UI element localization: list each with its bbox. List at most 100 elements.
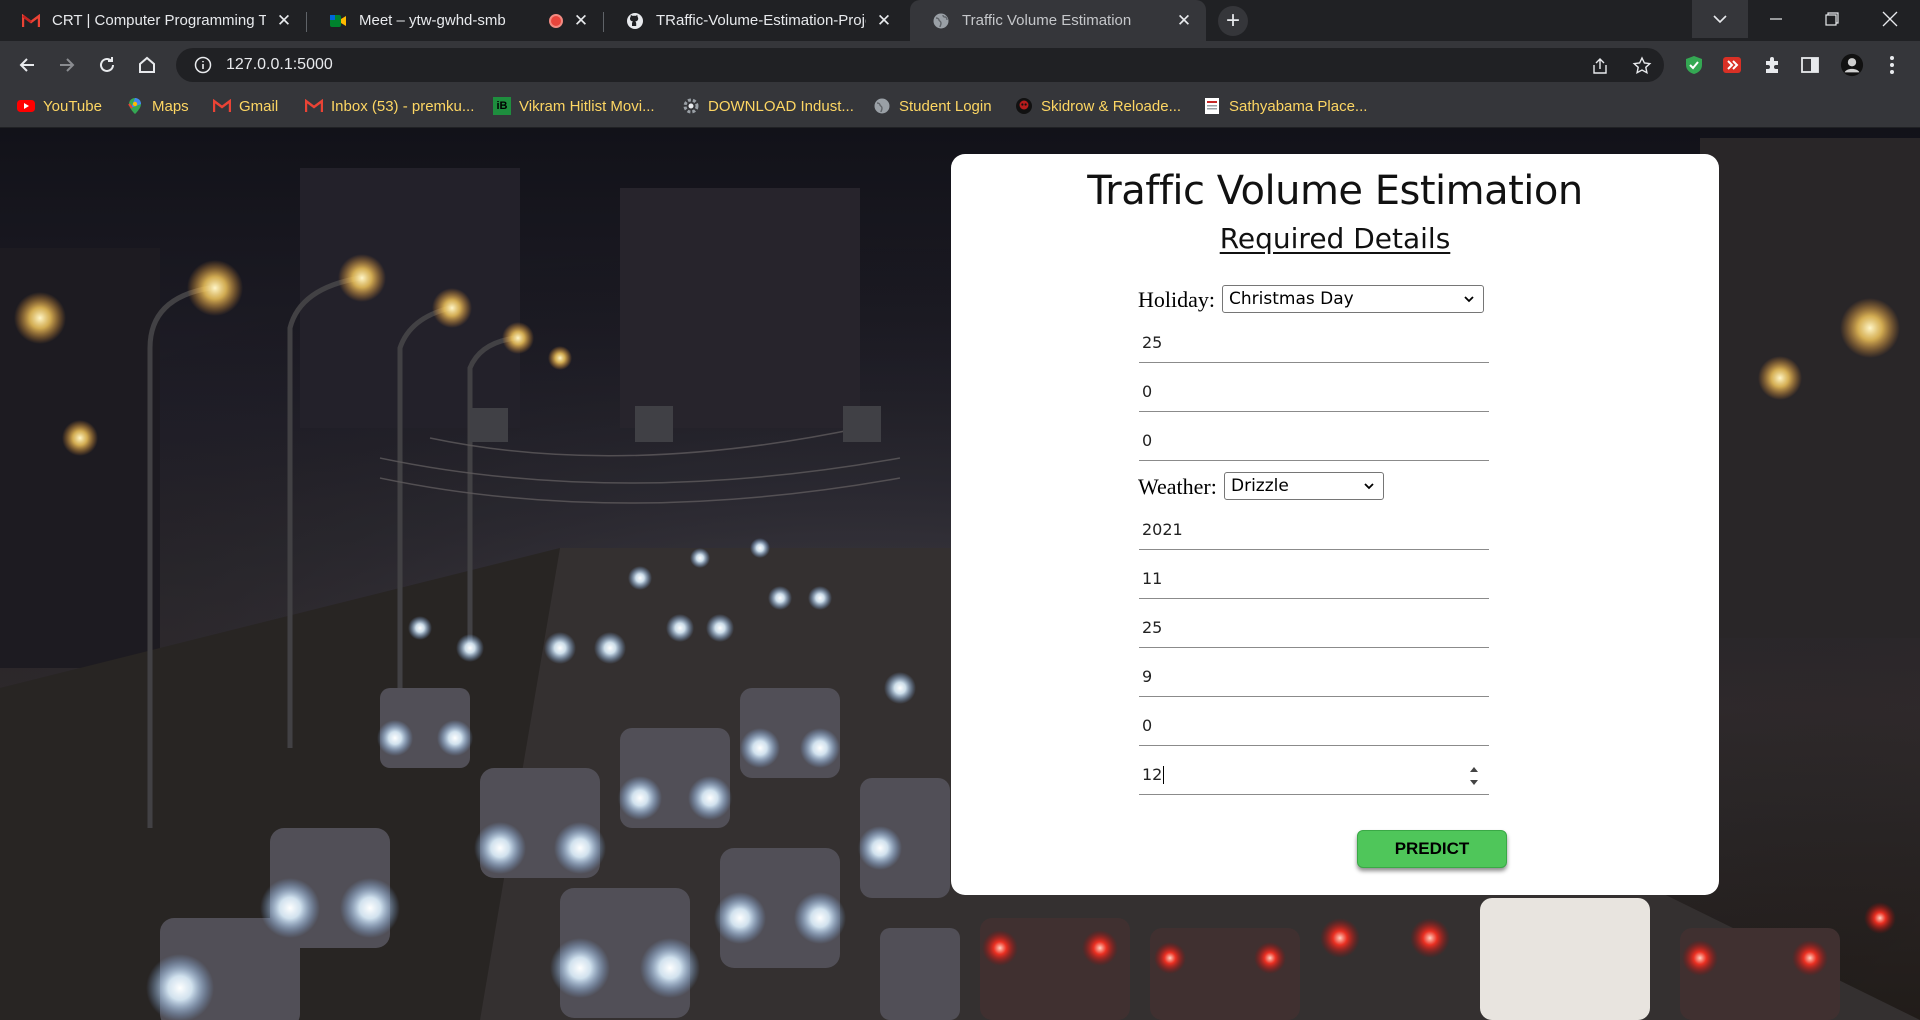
bookmark-sathyabama[interactable]: Sathyabama Place... <box>1203 89 1367 123</box>
spin-down-icon[interactable] <box>1468 778 1480 788</box>
number-spinner[interactable] <box>1468 764 1480 788</box>
globe-icon <box>873 97 891 115</box>
globe-icon <box>932 12 950 30</box>
weather-select[interactable]: Drizzle <box>1224 472 1384 500</box>
input-value: 0 <box>1142 431 1153 450</box>
chevron-down-icon <box>1364 483 1374 490</box>
minutes-input[interactable]: 0 <box>1139 706 1489 746</box>
rain-input[interactable]: 0 <box>1139 372 1489 412</box>
tab-title: Meet – ytw-gwhd-smb <box>359 12 506 29</box>
page-title: Traffic Volume Estimation <box>1087 168 1583 214</box>
browser-tab-active[interactable]: Traffic Volume Estimation ✕ <box>910 0 1206 41</box>
bookmark-student-login[interactable]: Student Login <box>873 89 992 123</box>
reload-button[interactable] <box>92 50 122 80</box>
home-button[interactable] <box>132 50 162 80</box>
bookmark-gmail[interactable]: Gmail <box>213 89 278 123</box>
input-value: 0 <box>1142 716 1153 735</box>
bookmark-label: Student Login <box>899 97 992 115</box>
side-panel-icon[interactable] <box>1798 53 1822 77</box>
kebab-menu-icon[interactable] <box>1880 53 1904 77</box>
back-button[interactable] <box>12 50 42 80</box>
bookmark-label: Skidrow & Reloade... <box>1041 97 1182 115</box>
snow-input[interactable]: 0 <box>1139 421 1489 461</box>
bookmark-inbox[interactable]: Inbox (53) - premku... <box>305 89 474 123</box>
input-value: 12 <box>1142 765 1163 784</box>
bookmarks-bar: YouTube Maps Gmail Inbox (53) - premku..… <box>0 89 1920 128</box>
bookmark-youtube[interactable]: YouTube <box>17 89 102 123</box>
holiday-select[interactable]: Christmas Day <box>1222 285 1484 313</box>
browser-tab[interactable]: Meet – ytw-gwhd-smb ✕ <box>307 0 603 41</box>
share-icon[interactable] <box>1590 56 1610 76</box>
temperature-input[interactable]: 25 <box>1139 323 1489 363</box>
bookmark-label: YouTube <box>43 97 102 115</box>
day-input[interactable]: 25 <box>1139 608 1489 648</box>
gmail-icon <box>213 97 231 115</box>
restore-button[interactable] <box>1804 0 1860 38</box>
gear-icon <box>682 97 700 115</box>
bookmark-skidrow[interactable]: Skidrow & Reloade... <box>1015 89 1181 123</box>
month-input[interactable]: 11 <box>1139 559 1489 599</box>
bookmark-download[interactable]: DOWNLOAD Indust... <box>682 89 854 123</box>
arrow-right-icon <box>60 58 75 72</box>
tab-search-button[interactable] <box>1692 0 1748 38</box>
predict-button[interactable]: PREDICT <box>1357 830 1507 868</box>
puzzle-icon[interactable] <box>1760 53 1784 77</box>
close-icon[interactable]: ✕ <box>874 11 894 31</box>
info-icon[interactable] <box>194 56 212 74</box>
address-bar[interactable]: 127.0.0.1:5000 <box>176 48 1664 82</box>
close-icon <box>1882 11 1898 27</box>
holiday-label: Holiday: <box>1138 287 1215 312</box>
ib-icon: iB <box>493 97 511 115</box>
input-value: 25 <box>1142 618 1163 637</box>
red-extension-icon[interactable] <box>1720 53 1744 77</box>
input-value: 2021 <box>1142 520 1183 539</box>
tab-title: TRaffic-Volume-Estimation-Proje <box>656 12 866 29</box>
browser-toolbar: 127.0.0.1:5000 <box>0 41 1920 89</box>
input-value: 11 <box>1142 569 1163 588</box>
close-window-button[interactable] <box>1862 0 1918 38</box>
seconds-input[interactable]: 12 <box>1139 755 1489 795</box>
bookmark-label: Gmail <box>239 97 279 115</box>
close-icon[interactable]: ✕ <box>1174 11 1194 31</box>
bookmark-label: DOWNLOAD Indust... <box>708 97 854 115</box>
doc-icon <box>1203 97 1221 115</box>
close-icon[interactable]: ✕ <box>571 11 591 31</box>
page-viewport: Traffic Volume Estimation Required Detai… <box>0 128 1920 1020</box>
chevron-down-icon <box>1464 296 1474 303</box>
year-input[interactable]: 2021 <box>1139 510 1489 550</box>
forward-button[interactable] <box>52 50 82 80</box>
bookmark-maps[interactable]: Maps <box>126 89 189 123</box>
gmail-icon <box>305 97 323 115</box>
avatar[interactable] <box>1840 53 1864 77</box>
star-icon[interactable] <box>1632 56 1652 76</box>
bookmark-label: Maps <box>152 97 189 115</box>
input-value: 25 <box>1142 333 1163 352</box>
reload-icon <box>100 57 114 72</box>
maps-icon <box>126 97 144 115</box>
home-icon <box>139 56 155 73</box>
recording-icon <box>549 13 563 28</box>
bookmark-label: Inbox (53) - premku... <box>331 97 475 115</box>
restore-icon <box>1825 12 1839 26</box>
browser-tab[interactable]: TRaffic-Volume-Estimation-Proje ✕ <box>604 0 906 41</box>
browser-tab[interactable]: CRT | Computer Programming Tr ✕ <box>0 0 306 41</box>
weather-label: Weather: <box>1138 474 1217 499</box>
skull-icon <box>1015 97 1033 115</box>
shield-extension-icon[interactable] <box>1682 53 1706 77</box>
input-value: 0 <box>1142 382 1153 401</box>
bookmark-vikram[interactable]: iB Vikram Hitlist Movi... <box>493 89 655 123</box>
weather-select-value: Drizzle <box>1231 476 1289 496</box>
close-icon[interactable]: ✕ <box>274 11 294 31</box>
bookmark-label: Vikram Hitlist Movi... <box>519 97 655 115</box>
hours-input[interactable]: 9 <box>1139 657 1489 697</box>
new-tab-button[interactable]: + <box>1218 6 1248 36</box>
bookmark-label: Sathyabama Place... <box>1229 97 1368 115</box>
input-value: 9 <box>1142 667 1153 686</box>
minimize-button[interactable] <box>1748 0 1804 38</box>
spin-up-icon[interactable] <box>1468 764 1480 774</box>
section-heading: Required Details <box>1219 222 1451 255</box>
youtube-icon <box>17 97 35 115</box>
url-text: 127.0.0.1:5000 <box>226 56 333 73</box>
google-meet-icon <box>329 12 347 30</box>
tab-title: Traffic Volume Estimation <box>962 12 1132 29</box>
